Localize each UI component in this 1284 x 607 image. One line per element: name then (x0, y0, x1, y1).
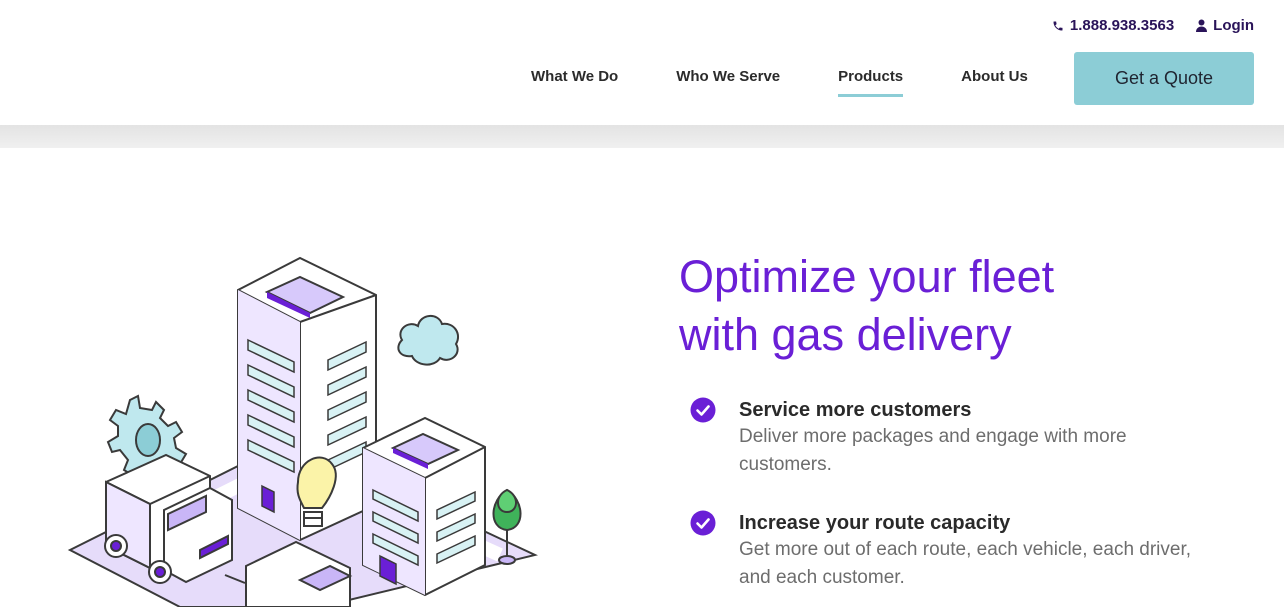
feature-text: Service more customers Deliver more pack… (739, 397, 1209, 479)
phone-icon (1052, 20, 1064, 32)
hero-title: Optimize your fleet with gas delivery (679, 248, 1239, 364)
phone-number: 1.888.938.3563 (1069, 17, 1175, 34)
feature-text: Increase your route capacity Get more ou… (739, 510, 1209, 592)
main-nav: What We Do Who We Serve Products About U… (531, 68, 1086, 97)
feature-description: Get more out of each route, each vehicle… (739, 539, 1192, 588)
feature-description: Deliver more packages and engage with mo… (739, 426, 1127, 475)
feature-title: Increase your route capacity (739, 512, 1011, 534)
user-icon (1196, 19, 1208, 32)
feature-title: Service more customers (739, 399, 972, 421)
feature-item: Increase your route capacity Get more ou… (690, 510, 1210, 592)
get-a-quote-button[interactable]: Get a Quote (1074, 52, 1254, 105)
nav-item-about-us[interactable]: About Us (961, 68, 1028, 85)
site-header: 1.888.938.3563 Login What We Do Who We S… (0, 0, 1284, 125)
city-fleet-illustration (60, 250, 560, 607)
nav-item-who-we-serve[interactable]: Who We Serve (676, 68, 780, 85)
utility-bar: 1.888.938.3563 Login (1052, 17, 1254, 34)
phone-link[interactable]: 1.888.938.3563 (1052, 17, 1174, 34)
login-label: Login (1213, 17, 1254, 34)
feature-item: Service more customers Deliver more pack… (690, 397, 1210, 479)
check-circle-icon (690, 510, 716, 536)
login-link[interactable]: Login (1196, 17, 1254, 34)
check-circle-icon (690, 397, 716, 423)
hero-title-line-2: with gas delivery (679, 309, 1012, 360)
nav-item-what-we-do[interactable]: What We Do (531, 68, 618, 85)
header-divider (0, 125, 1284, 148)
hero-title-line-1: Optimize your fleet (679, 251, 1055, 302)
nav-item-products[interactable]: Products (838, 68, 904, 97)
